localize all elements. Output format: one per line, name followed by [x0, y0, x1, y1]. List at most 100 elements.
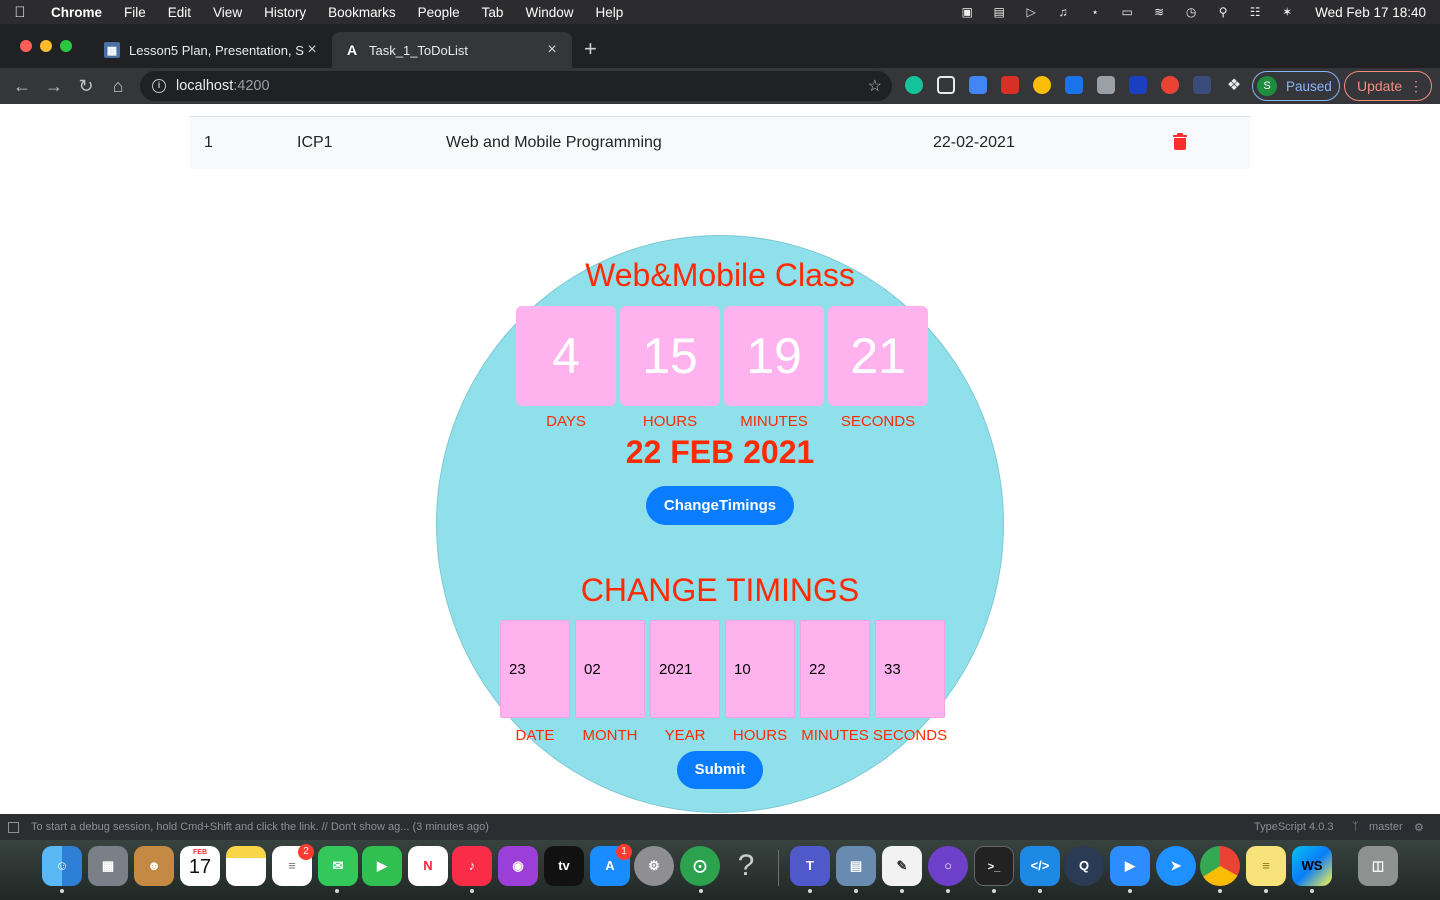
eclipse-icon[interactable]: ⨀ [680, 846, 720, 886]
close-tab-icon[interactable]: × [304, 41, 320, 59]
menu-bookmarks[interactable]: Bookmarks [317, 5, 407, 20]
grammarly-extension-icon[interactable] [905, 76, 923, 94]
pdf-extension-icon[interactable] [1001, 76, 1019, 94]
facetime-icon[interactable]: ▶ [362, 846, 402, 886]
running-indicator [1218, 889, 1222, 893]
reload-icon[interactable]: ↻ [74, 74, 98, 98]
control-center-icon[interactable]: ☷ [1239, 5, 1271, 19]
seconds-input[interactable]: 33 [875, 620, 945, 718]
tv-icon[interactable]: tv [544, 846, 584, 886]
hours-input[interactable]: 10 [725, 620, 795, 718]
year-input[interactable]: 2021 [650, 620, 720, 718]
git-branch[interactable]: master [1369, 821, 1403, 833]
debug-hint-message[interactable]: To start a debug session, hold Cmd+Shift… [31, 821, 489, 833]
bluetooth-icon[interactable]: ⋆ [1079, 5, 1111, 19]
new-tab-icon[interactable]: + [584, 36, 597, 62]
siri-icon[interactable]: ✶ [1271, 5, 1303, 19]
days-label: DAYS [546, 413, 586, 430]
launchpad-icon[interactable]: ▦ [88, 846, 128, 886]
blue-extension-icon[interactable] [1129, 76, 1147, 94]
calendar-day: 17 [188, 856, 212, 878]
system-preferences-icon[interactable]: ⚙ [634, 846, 674, 886]
trash-icon[interactable]: ◫ [1358, 846, 1398, 886]
spotlight-search-icon[interactable]: ⚲ [1207, 5, 1239, 19]
menu-people[interactable]: People [407, 5, 471, 20]
update-button[interactable]: Update ⋮ [1344, 71, 1432, 101]
grammarly-status-icon[interactable]: ▤ [983, 5, 1015, 19]
dark-extension-icon[interactable] [1193, 76, 1211, 94]
apple-icon[interactable]:  [0, 4, 40, 21]
h-extension-icon[interactable] [1097, 76, 1115, 94]
seconds-box: 21 [828, 306, 928, 406]
battery-icon[interactable]: ▭ [1111, 5, 1143, 19]
wifi-icon[interactable]: ≋ [1143, 5, 1175, 19]
vscode-icon[interactable]: </> [1020, 846, 1060, 886]
compass-extension-icon[interactable] [1033, 76, 1051, 94]
back-icon[interactable]: ← [10, 74, 34, 98]
github-desktop-icon[interactable]: ○ [928, 846, 968, 886]
stickies-icon[interactable]: ≡ [1246, 846, 1286, 886]
safari-icon[interactable]: ➤ [1156, 846, 1196, 886]
submit-button[interactable]: Submit [677, 751, 763, 789]
help-icon[interactable]: ? [726, 846, 766, 886]
calendar-icon[interactable]: FEB 17 [180, 846, 220, 886]
time-machine-icon[interactable]: ◷ [1175, 5, 1207, 19]
terminal-icon[interactable]: >_ [974, 846, 1014, 886]
messages-icon[interactable]: ✉ [318, 846, 358, 886]
teams-icon[interactable]: T [790, 846, 830, 886]
more-menu-icon[interactable]: ⋮ [1409, 78, 1423, 95]
tab-extension-icon[interactable] [937, 76, 955, 94]
music-icon[interactable]: ♪ [452, 846, 492, 886]
menu-file[interactable]: File [113, 5, 157, 20]
notes-icon[interactable] [226, 846, 266, 886]
zoom-icon[interactable]: ▶ [1110, 846, 1150, 886]
minimize-window-icon[interactable] [40, 40, 52, 52]
change-timings-button[interactable]: ChangeTimings [646, 486, 794, 525]
menu-help[interactable]: Help [584, 5, 634, 20]
close-tab-icon[interactable]: × [544, 41, 560, 59]
webstorm-icon[interactable]: WS [1292, 846, 1332, 886]
hours-field-label: HOURS [732, 727, 788, 744]
date-input[interactable]: 23 [500, 620, 570, 718]
settings-icon[interactable]: ⚙ [1414, 821, 1424, 834]
typescript-version[interactable]: TypeScript 4.0.3 [1254, 821, 1334, 833]
menu-edit[interactable]: Edit [157, 5, 202, 20]
running-indicator [1128, 889, 1132, 893]
menu-app-name[interactable]: Chrome [40, 5, 113, 20]
forward-icon[interactable]: → [42, 74, 66, 98]
layers-extension-icon[interactable] [1065, 76, 1083, 94]
quicktime-icon[interactable]: Q [1064, 846, 1104, 886]
volume-icon[interactable]: ♫ [1047, 5, 1079, 19]
zoom-status-icon[interactable]: ▣ [951, 5, 983, 19]
textedit-icon[interactable]: ✎ [882, 846, 922, 886]
maximize-window-icon[interactable] [60, 40, 72, 52]
site-info-icon[interactable]: i [152, 79, 166, 93]
address-bar[interactable]: i localhost :4200 ☆ [140, 71, 892, 101]
menu-history[interactable]: History [253, 5, 317, 20]
running-indicator [992, 889, 996, 893]
tab-todolist[interactable]: A Task_1_ToDoList × [332, 32, 572, 68]
profile-paused-button[interactable]: S Paused [1252, 71, 1340, 101]
contacts-icon[interactable]: ☻ [134, 846, 174, 886]
delete-trash-icon[interactable] [1173, 133, 1187, 150]
tab-lesson5[interactable]: ▦ Lesson5 Plan, Presentation, Sou × [92, 32, 332, 68]
extensions-puzzle-icon[interactable]: ❖ [1222, 74, 1246, 98]
podcasts-icon[interactable]: ◉ [498, 846, 538, 886]
menu-tab[interactable]: Tab [471, 5, 515, 20]
red-extension-icon[interactable] [1161, 76, 1179, 94]
menu-window[interactable]: Window [514, 5, 584, 20]
news-icon[interactable]: N [408, 846, 448, 886]
tool-window-icon[interactable] [8, 822, 19, 833]
finder-icon[interactable]: ☺ [42, 846, 82, 886]
menu-view[interactable]: View [202, 5, 253, 20]
chrome-icon[interactable] [1200, 846, 1240, 886]
close-window-icon[interactable] [20, 40, 32, 52]
minutes-input[interactable]: 22 [800, 620, 870, 718]
home-icon[interactable]: ⌂ [106, 74, 130, 98]
bookmark-star-icon[interactable]: ☆ [868, 76, 882, 96]
play-status-icon[interactable]: ▷ [1015, 5, 1047, 19]
preview-icon[interactable]: ▤ [836, 846, 876, 886]
month-input[interactable]: 02 [575, 620, 645, 718]
menubar-clock[interactable]: Wed Feb 17 18:40 [1303, 5, 1440, 20]
translate-extension-icon[interactable] [969, 76, 987, 94]
